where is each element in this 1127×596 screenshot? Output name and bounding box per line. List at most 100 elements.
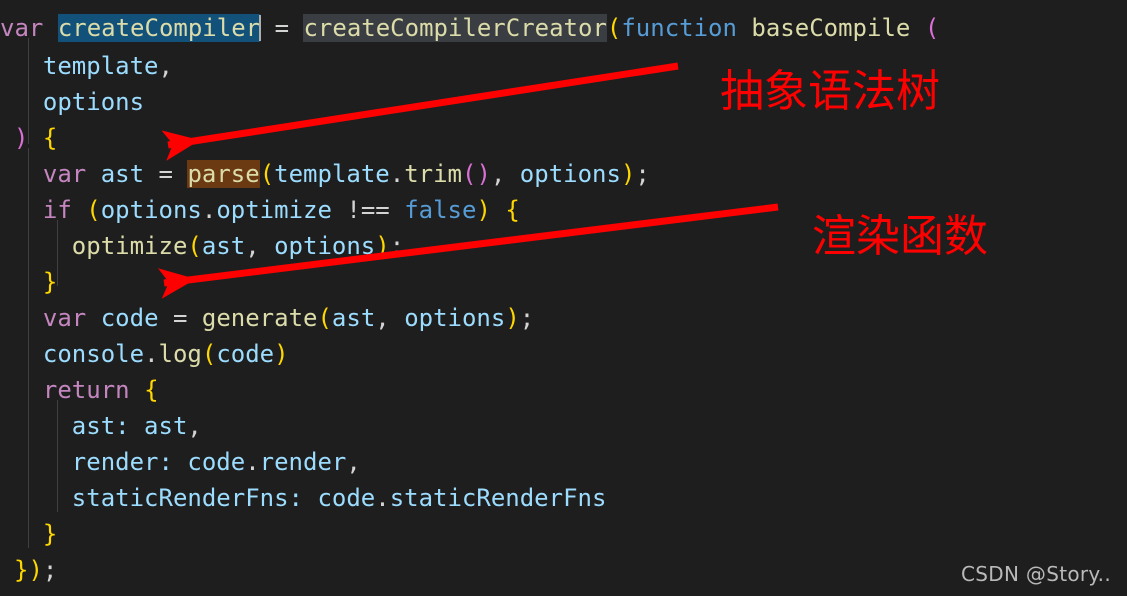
id-ast: ast <box>331 304 376 332</box>
paren-close: ) <box>476 160 491 188</box>
code-line[interactable]: ast: ast, <box>0 408 1127 444</box>
keyword-var: var <box>42 304 87 332</box>
id-optimize-prop: optimize <box>216 196 332 224</box>
paren-close: ) <box>14 124 29 152</box>
code-editor-screenshot: var createCompiler = createCompilerCreat… <box>0 0 1127 596</box>
paren-open: ( <box>187 232 202 260</box>
keyword-var: var <box>42 160 87 188</box>
code-line[interactable]: staticRenderFns: code.staticRenderFns <box>0 480 1127 516</box>
code-line[interactable]: console.log(code) <box>0 336 1127 372</box>
key-ast: ast: <box>71 412 130 440</box>
id-options: options <box>519 160 621 188</box>
brace-close: } <box>42 520 58 548</box>
annotation-abstract-syntax-tree: 抽象语法树 <box>720 66 940 117</box>
fn-baseCompile: baseCompile <box>751 14 911 42</box>
find-match-parse[interactable]: parse <box>187 160 260 188</box>
code-line[interactable]: return { <box>0 372 1127 408</box>
code-line[interactable]: }); <box>0 552 1127 588</box>
code-line[interactable]: } <box>0 264 1127 300</box>
dot: . <box>144 340 159 368</box>
paren-close: ) <box>28 556 43 584</box>
keyword-var: var <box>0 14 44 42</box>
brace-close: } <box>14 556 29 584</box>
comma: , <box>375 304 390 332</box>
code-line[interactable] <box>0 0 1127 10</box>
code-line[interactable]: var ast = parse(template.trim(), options… <box>0 156 1127 192</box>
paren-close: ) <box>274 340 289 368</box>
paren-open: ( <box>259 160 275 188</box>
code-line[interactable]: render: code.render, <box>0 444 1127 480</box>
brace-open: { <box>42 124 58 152</box>
fn-log: log <box>158 340 202 368</box>
key-staticRenderFns: staticRenderFns: <box>71 484 303 512</box>
id-code: code <box>216 340 275 368</box>
fn-trim: trim <box>404 160 462 188</box>
paren-open: ( <box>317 304 332 332</box>
id-render: render <box>259 448 347 476</box>
paren-open: ( <box>201 340 217 368</box>
comma: , <box>490 160 506 188</box>
id-code: code <box>100 304 159 332</box>
paren-open: ( <box>606 14 622 42</box>
selected-identifier[interactable]: createCompiler <box>57 14 261 42</box>
code-line[interactable]: } <box>0 516 1127 552</box>
dot: . <box>245 448 260 476</box>
code-line[interactable]: var code = generate(ast, options); <box>0 300 1127 336</box>
id-code: code <box>187 448 246 476</box>
key-render: render: <box>71 448 173 476</box>
id-ast: ast <box>100 160 145 188</box>
code-line[interactable]: ) { <box>0 120 1127 156</box>
paren-close: ) <box>505 304 520 332</box>
code-line[interactable]: var createCompiler = createCompilerCreat… <box>0 10 1127 48</box>
id-ast: ast <box>144 412 188 440</box>
comma: , <box>158 52 173 80</box>
comma: , <box>245 232 260 260</box>
semicolon: ; <box>42 556 58 584</box>
word-highlight-identifier[interactable]: createCompilerCreator <box>303 14 607 42</box>
dot: . <box>201 196 217 224</box>
fn-optimize: optimize <box>71 232 188 260</box>
assign-operator: = <box>158 160 173 188</box>
literal-false: false <box>404 196 477 224</box>
id-ast: ast <box>201 232 246 260</box>
comma: , <box>187 412 202 440</box>
dot: . <box>375 484 390 512</box>
semicolon: ; <box>635 160 650 188</box>
csdn-watermark: CSDN @Story.. <box>961 562 1111 586</box>
id-code: code <box>317 484 376 512</box>
dot: . <box>389 160 405 188</box>
comma: , <box>346 448 361 476</box>
assign-operator: = <box>274 14 290 42</box>
id-template: template <box>274 160 390 188</box>
id-options: options <box>100 196 202 224</box>
code-line[interactable]: template, <box>0 48 1127 84</box>
keyword-function: function <box>621 14 737 42</box>
brace-open: { <box>505 196 520 224</box>
id-options: options <box>404 304 506 332</box>
annotation-render-function: 渲染函数 <box>812 211 988 262</box>
semicolon: ; <box>519 304 535 332</box>
id-template: template <box>42 52 159 80</box>
paren-open: ( <box>924 14 940 42</box>
semicolon: ; <box>389 232 405 260</box>
keyword-return: return <box>42 376 130 404</box>
paren-close: ) <box>375 232 390 260</box>
code-line[interactable]: options <box>0 84 1127 120</box>
paren-open: ( <box>86 196 101 224</box>
strict-neq-operator: !== <box>346 196 390 224</box>
assign-operator: = <box>172 304 188 332</box>
keyword-if: if <box>42 196 72 224</box>
brace-open: { <box>144 376 159 404</box>
id-options: options <box>42 88 145 116</box>
brace-close: } <box>42 268 58 296</box>
id-staticRenderFns: staticRenderFns <box>389 484 607 512</box>
fn-generate: generate <box>201 304 318 332</box>
id-console: console <box>42 340 145 368</box>
paren-close: ) <box>476 196 491 224</box>
code-content[interactable]: var createCompiler = createCompilerCreat… <box>0 0 1127 596</box>
